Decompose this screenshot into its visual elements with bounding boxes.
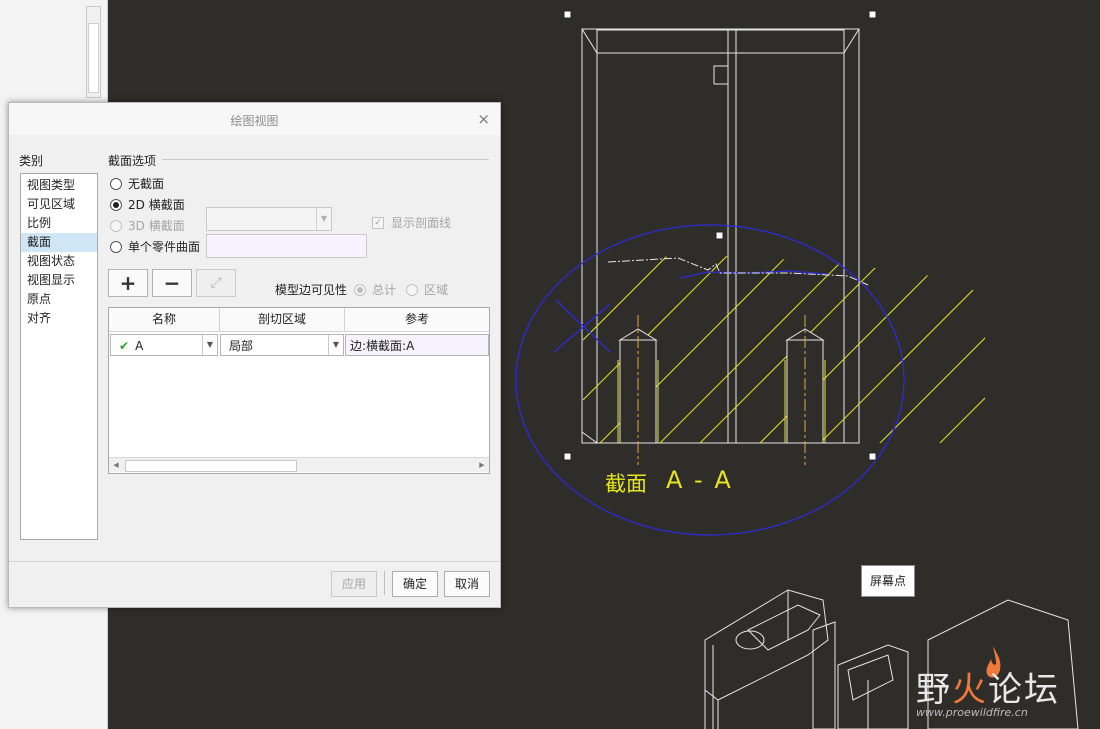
section-options-title: 截面选项 [108,154,157,168]
table-cell-reference[interactable]: 边:横截面:A [345,334,489,356]
checkmark-icon: ✔ [119,339,130,353]
section-table: 名称 剖切区域 参考 ✔ A ▼ 局部 ▼ 边:横截面:A ◀ ▶ [108,307,490,474]
category-view-type[interactable]: 视图类型 [21,176,97,195]
add-section-button[interactable]: + [108,269,148,297]
checkbox-box[interactable]: ✓ [372,216,384,229]
radio-dot[interactable] [110,177,122,190]
3d-section-dropdown[interactable]: ▼ [206,207,332,231]
forum-watermark: 野火论坛 www.proewildfire.cn [912,640,1092,720]
radio-2d-section[interactable]: 2D 横截面 [110,196,185,213]
show-hatch-checkbox[interactable]: ✓ 显示剖面线 [372,214,451,231]
scroll-thumb[interactable] [125,460,297,472]
radio-visibility-area[interactable]: 区域 [406,281,448,298]
radio-single-part-surface[interactable]: 单个零件曲面 [110,238,200,255]
section-top-edge [607,257,869,286]
group-divider [162,159,489,160]
dialog-title: 绘图视图 [230,114,279,128]
part-surface-field[interactable] [206,234,367,258]
table-cell-name[interactable]: ✔ A ▼ [110,334,218,356]
button-separator [384,571,385,595]
radio-label: 单个零件曲面 [128,240,201,254]
chevron-down-icon[interactable]: ▼ [328,335,343,355]
left-panel-scroll-thumb[interactable] [88,23,99,93]
scroll-left-icon[interactable]: ◀ [109,458,123,472]
checkbox-label: 显示剖面线 [391,216,452,230]
watermark-url: www.proewildfire.cn [916,706,1028,719]
column-header-region[interactable]: 剖切区域 [220,308,345,332]
radio-dot[interactable] [110,219,122,232]
radio-dot[interactable] [406,283,418,296]
section-label: 截面 [605,472,647,496]
category-alignment[interactable]: 对齐 [21,309,97,328]
screen-point-tooltip: 屏幕点 [861,565,915,597]
section-holes [618,328,825,444]
drawing-view-dialog: 绘图视图 × 类别 视图类型 可见区域 比例 截面 视图状态 视图显示 原点 对… [8,102,501,608]
radio-visibility-total[interactable]: 总计 [354,281,396,298]
watermark-brand-part3: 论坛 [988,670,1060,710]
radio-label: 总计 [372,283,397,297]
category-label: 类别 [19,154,44,168]
radio-3d-section[interactable]: 3D 横截面 [110,217,185,234]
radio-label: 3D 横截面 [128,219,185,233]
flip-direction-button[interactable]: ⤢ [196,269,236,297]
region-value: 局部 [229,339,254,353]
dialog-titlebar[interactable]: 绘图视图 × [9,103,500,135]
selection-handles[interactable] [563,10,877,461]
category-view-states[interactable]: 视图状态 [21,252,97,271]
radio-label: 2D 横截面 [128,198,185,212]
chevron-down-icon[interactable]: ▼ [202,335,217,355]
column-header-reference[interactable]: 参考 [345,308,489,332]
watermark-brand-part1: 野 [916,670,952,710]
apply-button[interactable]: 应用 [331,571,377,597]
column-header-name[interactable]: 名称 [109,308,220,332]
category-list[interactable]: 视图类型 可见区域 比例 截面 视图状态 视图显示 原点 对齐 [20,173,98,540]
section-name-value: A [135,339,144,353]
category-origin[interactable]: 原点 [21,290,97,309]
category-visible-area[interactable]: 可见区域 [21,195,97,214]
radio-label: 区域 [424,283,449,297]
radio-dot-selected[interactable] [354,283,366,296]
reference-value: 边:横截面:A [350,339,415,353]
watermark-brand: 野火论坛 [916,662,1060,711]
radio-label: 无截面 [128,177,165,191]
radio-no-section[interactable]: 无截面 [110,175,164,192]
radio-dot-selected[interactable] [110,198,122,211]
ok-button[interactable]: 确定 [392,571,438,597]
category-view-display[interactable]: 视图显示 [21,271,97,290]
chevron-down-icon[interactable]: ▼ [316,208,331,230]
table-cell-region[interactable]: 局部 ▼ [220,334,344,356]
scroll-right-icon[interactable]: ▶ [475,458,489,472]
category-section[interactable]: 截面 [21,233,97,252]
radio-dot[interactable] [110,240,122,253]
section-name: A - A [666,466,733,494]
close-icon[interactable]: × [477,110,490,128]
watermark-brand-part2: 火 [952,670,988,710]
cancel-button[interactable]: 取消 [444,571,490,597]
footer-divider [9,561,500,562]
remove-section-button[interactable]: − [152,269,192,297]
left-panel-scrollbar[interactable] [86,6,101,98]
category-scale[interactable]: 比例 [21,214,97,233]
model-edge-visibility-label: 模型边可见性 [275,283,348,297]
table-horizontal-scrollbar[interactable]: ◀ ▶ [109,457,489,472]
